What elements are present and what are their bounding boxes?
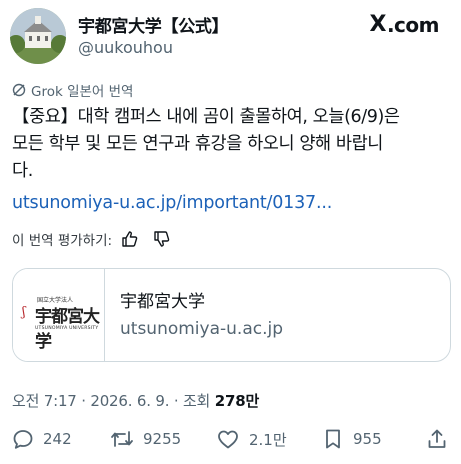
repost-button[interactable]: 9255 (110, 428, 181, 450)
thumbs-up-icon[interactable] (121, 230, 139, 248)
tweet-body: 【중요】대학 캠퍼스 내에 곰이 출몰하여, 오늘(6/9)은 모든 학부 및 … (12, 104, 452, 185)
tweet-timestamp[interactable]: 오전 7:17 · 2026. 6. 9. · 조회 (12, 392, 215, 410)
action-bar: 242 9255 2.1만 955 (12, 428, 452, 456)
reply-count: 242 (43, 430, 72, 448)
bookmark-count: 955 (353, 430, 382, 448)
grok-icon (12, 83, 26, 97)
avatar[interactable] (10, 8, 66, 64)
rate-translation: 이 번역 평가하기: (12, 229, 171, 249)
tweet-link[interactable]: utsunomiya-u.ac.jp/important/0137... (12, 193, 332, 213)
reply-button[interactable]: 242 (12, 428, 72, 450)
grok-translation-label: Grok 일본어 번역 (12, 80, 133, 100)
thumbs-down-icon[interactable] (153, 230, 171, 248)
link-preview-card[interactable]: 国立大学法人 ʃ 宇都宮大学 UTSUNOMIYA UNIVERSITY 宇都宮… (12, 268, 451, 362)
tweet-text-line: 모든 학부 및 모든 연구과 휴강을 하오니 양해 바랍니 (12, 134, 384, 154)
bookmark-button[interactable]: 955 (322, 428, 382, 450)
like-button[interactable]: 2.1만 (216, 428, 287, 450)
user-handle[interactable]: @uukouhou (78, 38, 173, 57)
x-logo: X .com (369, 12, 439, 37)
like-count: 2.1만 (249, 430, 287, 449)
logo-mark-icon: ʃ (22, 305, 26, 320)
x-logo-suffix: .com (386, 12, 440, 37)
university-logo: 国立大学法人 ʃ 宇都宮大学 UTSUNOMIYA UNIVERSITY (13, 269, 105, 361)
display-name[interactable]: 宇都宮大学【公式】 (78, 12, 229, 37)
reply-icon (13, 430, 33, 449)
card-title[interactable]: 宇都宮大学 (120, 287, 205, 312)
logo-english-text: UTSUNOMIYA UNIVERSITY (35, 326, 99, 331)
tweet-header: 宇都宮大学【公式】 @uukouhou X .com (0, 0, 461, 78)
heart-icon (218, 430, 238, 449)
repost-count: 9255 (143, 430, 182, 448)
grok-label: Grok 일본어 번역 (31, 84, 134, 100)
card-domain: utsunomiya-u.ac.jp (120, 319, 284, 339)
repost-icon (111, 431, 133, 447)
tweet-meta: 오전 7:17 · 2026. 6. 9. · 조회 278만 (12, 390, 259, 411)
rate-translation-label: 이 번역 평가하기: (12, 233, 113, 249)
share-button[interactable] (426, 428, 457, 450)
x-icon: X (369, 12, 386, 37)
tweet-text-line: 다. (12, 161, 33, 181)
bookmark-icon (326, 429, 340, 449)
tweet-text-line: 【중요】대학 캠퍼스 내에 곰이 출몰하여, 오늘(6/9)은 (12, 107, 400, 127)
view-count: 278만 (214, 392, 260, 410)
share-icon (428, 429, 446, 448)
